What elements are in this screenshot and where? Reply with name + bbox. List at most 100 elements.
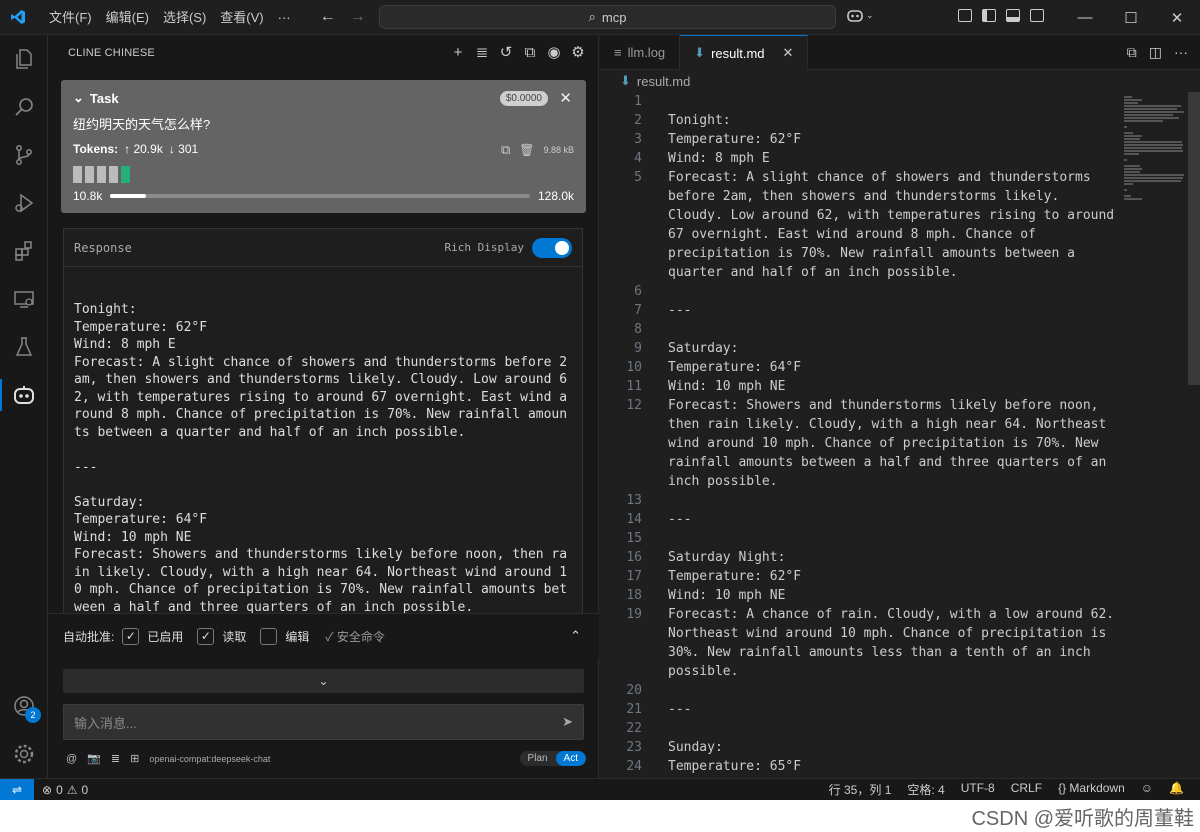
code-line[interactable]: 18 Wind: 10 mph NE [600, 586, 1190, 605]
chevron-up-icon[interactable]: ⌃ [570, 628, 581, 644]
toggle-panel-icon[interactable] [1006, 9, 1020, 22]
code-line[interactable]: 5 Forecast: A slight chance of showers an… [600, 168, 1190, 187]
toggle-secondary-sidebar-icon[interactable] [1030, 9, 1044, 22]
maximize-icon[interactable]: ☐ [1108, 0, 1154, 35]
code-line[interactable]: before 2am, then showers and thunderstor… [600, 187, 1190, 206]
send-icon[interactable]: ➤ [562, 714, 573, 730]
code-line[interactable]: 6 [600, 282, 1190, 301]
copilot-status-icon[interactable]: ☺ [1141, 781, 1153, 798]
indentation[interactable]: 空格: 4 [907, 781, 944, 798]
rich-display-toggle[interactable] [532, 237, 572, 258]
new-task-plus-icon[interactable]: + [450, 43, 466, 61]
copy-icon[interactable]: ⧉ [501, 142, 510, 158]
code-line[interactable]: rainfall amounts between a half and thre… [600, 453, 1190, 472]
code-line[interactable]: 2 Tonight: [600, 111, 1190, 130]
tab-result-md[interactable]: ⬇ result.md ✕ [680, 35, 809, 70]
remote-explorer-icon[interactable] [0, 275, 48, 323]
code-lines[interactable]: 1 2 Tonight: 3 Temperature: 62°F 4 Wind: 8 mph… [600, 92, 1190, 778]
manage-gear-icon[interactable] [0, 730, 48, 778]
code-line[interactable]: 11 Wind: 10 mph NE [600, 377, 1190, 396]
open-preview-icon[interactable]: ⧉ [1127, 44, 1137, 61]
code-line[interactable]: 7 --- [600, 301, 1190, 320]
explorer-icon[interactable] [0, 35, 48, 83]
code-line[interactable]: 20 [600, 681, 1190, 700]
code-line[interactable]: 16 Saturday Night: [600, 548, 1190, 567]
minimap[interactable] [1124, 92, 1188, 200]
code-line[interactable]: 15 [600, 529, 1190, 548]
forward-arrow-icon[interactable]: → [350, 8, 366, 26]
encoding[interactable]: UTF-8 [961, 781, 995, 798]
menu-selection[interactable]: 选择(S) [156, 0, 213, 35]
mcp-servers-icon[interactable]: ≣ [474, 43, 490, 61]
code-line[interactable]: 4 Wind: 8 mph E [600, 149, 1190, 168]
code-line[interactable]: 3 Temperature: 62°F [600, 130, 1190, 149]
code-line[interactable]: Northeast wind around 10 mph. Chance of … [600, 624, 1190, 643]
code-line[interactable]: 24 Temperature: 65°F [600, 757, 1190, 776]
delete-trash-icon[interactable]: 🗑 [519, 143, 534, 157]
code-line[interactable]: then rain likely. Cloudy, with a high ne… [600, 415, 1190, 434]
search-icon[interactable] [0, 83, 48, 131]
code-line[interactable]: 21 --- [600, 700, 1190, 719]
server-icon[interactable]: ≣ [111, 752, 120, 765]
message-input[interactable]: 输入消息... ➤ [63, 704, 584, 740]
code-line[interactable]: 14 --- [600, 510, 1190, 529]
run-debug-icon[interactable] [0, 179, 48, 227]
copilot-menu[interactable]: ⌄ [846, 7, 874, 23]
code-line[interactable]: quarter and half of an inch possible. [600, 263, 1190, 282]
cline-icon[interactable] [0, 371, 48, 419]
code-line[interactable]: 1 [600, 92, 1190, 111]
accounts-icon[interactable]: 2 [0, 682, 48, 730]
code-line[interactable]: Cloudy. Low around 62, with temperatures… [600, 206, 1190, 225]
menu-view[interactable]: 查看(V) [213, 0, 270, 35]
camera-icon[interactable]: 📷 [87, 752, 101, 765]
code-line[interactable]: 9 Saturday: [600, 339, 1190, 358]
enabled-checkbox[interactable]: ✓ [122, 627, 140, 645]
read-checkbox[interactable]: ✓ [197, 627, 215, 645]
notifications-bell-icon[interactable]: 🔔 [1169, 781, 1184, 798]
remote-indicator-icon[interactable]: ⇌ [0, 778, 34, 801]
split-editor-icon[interactable]: ◫ [1149, 44, 1162, 61]
code-line[interactable]: 22 [600, 719, 1190, 738]
code-line[interactable]: 23 Sunday: [600, 738, 1190, 757]
code-line[interactable]: possible. [600, 662, 1190, 681]
breadcrumb-file[interactable]: result.md [637, 74, 690, 89]
code-line[interactable]: 19 Forecast: A chance of rain. Cloudy, wi… [600, 605, 1190, 624]
close-tab-icon[interactable]: ✕ [783, 45, 794, 61]
code-line[interactable]: 17 Temperature: 62°F [600, 567, 1190, 586]
command-center-search[interactable]: ⌕ mcp [379, 5, 836, 29]
code-line[interactable]: 13 [600, 491, 1190, 510]
end-of-line[interactable]: CRLF [1011, 781, 1042, 798]
toggle-primary-sidebar-icon[interactable] [982, 9, 996, 22]
problems-indicator[interactable]: ⊗ 0 ⚠ 0 [42, 783, 88, 797]
customize-layout-icon[interactable] [958, 9, 972, 22]
testing-icon[interactable] [0, 323, 48, 371]
expand-button[interactable]: ⌄ [63, 669, 584, 693]
back-arrow-icon[interactable]: ← [320, 8, 336, 26]
close-window-icon[interactable]: ✕ [1154, 0, 1200, 35]
account-icon[interactable]: ◉ [546, 43, 562, 61]
mention-at-icon[interactable]: @ [66, 753, 77, 765]
more-actions-icon[interactable]: ··· [1174, 44, 1188, 61]
code-line[interactable]: inch possible. [600, 472, 1190, 491]
model-selector[interactable]: openai-compat:deepseek-chat [149, 754, 270, 764]
code-line[interactable]: 8 [600, 320, 1190, 339]
tab-llm-log[interactable]: ≡ llm.log [600, 35, 681, 70]
edit-checkbox[interactable] [260, 627, 278, 645]
act-button[interactable]: Act [555, 751, 586, 766]
history-icon[interactable]: ↺ [498, 43, 514, 61]
cursor-position[interactable]: 行 35，列 1 [829, 781, 892, 798]
extensions-icon[interactable] [0, 227, 48, 275]
popout-icon[interactable]: ⧉ [522, 43, 538, 61]
settings-gear-icon[interactable]: ⚙ [570, 43, 586, 61]
plan-button[interactable]: Plan [520, 751, 556, 766]
menu-more[interactable]: ··· [271, 0, 298, 35]
language-mode[interactable]: {} Markdown [1058, 781, 1125, 798]
code-line[interactable]: 30%. New rainfall amounts less than a te… [600, 643, 1190, 662]
code-line[interactable]: precipitation is 70%. New rainfall amoun… [600, 244, 1190, 263]
minimize-icon[interactable]: — [1062, 0, 1108, 35]
editor-scrollbar[interactable] [1188, 92, 1200, 385]
close-task-icon[interactable]: ✕ [559, 89, 572, 107]
task-header[interactable]: ⌄ Task [73, 90, 574, 106]
code-line[interactable]: 67 overnight. East wind around 8 mph. Ch… [600, 225, 1190, 244]
code-line[interactable]: wind around 10 mph. Chance of precipitat… [600, 434, 1190, 453]
